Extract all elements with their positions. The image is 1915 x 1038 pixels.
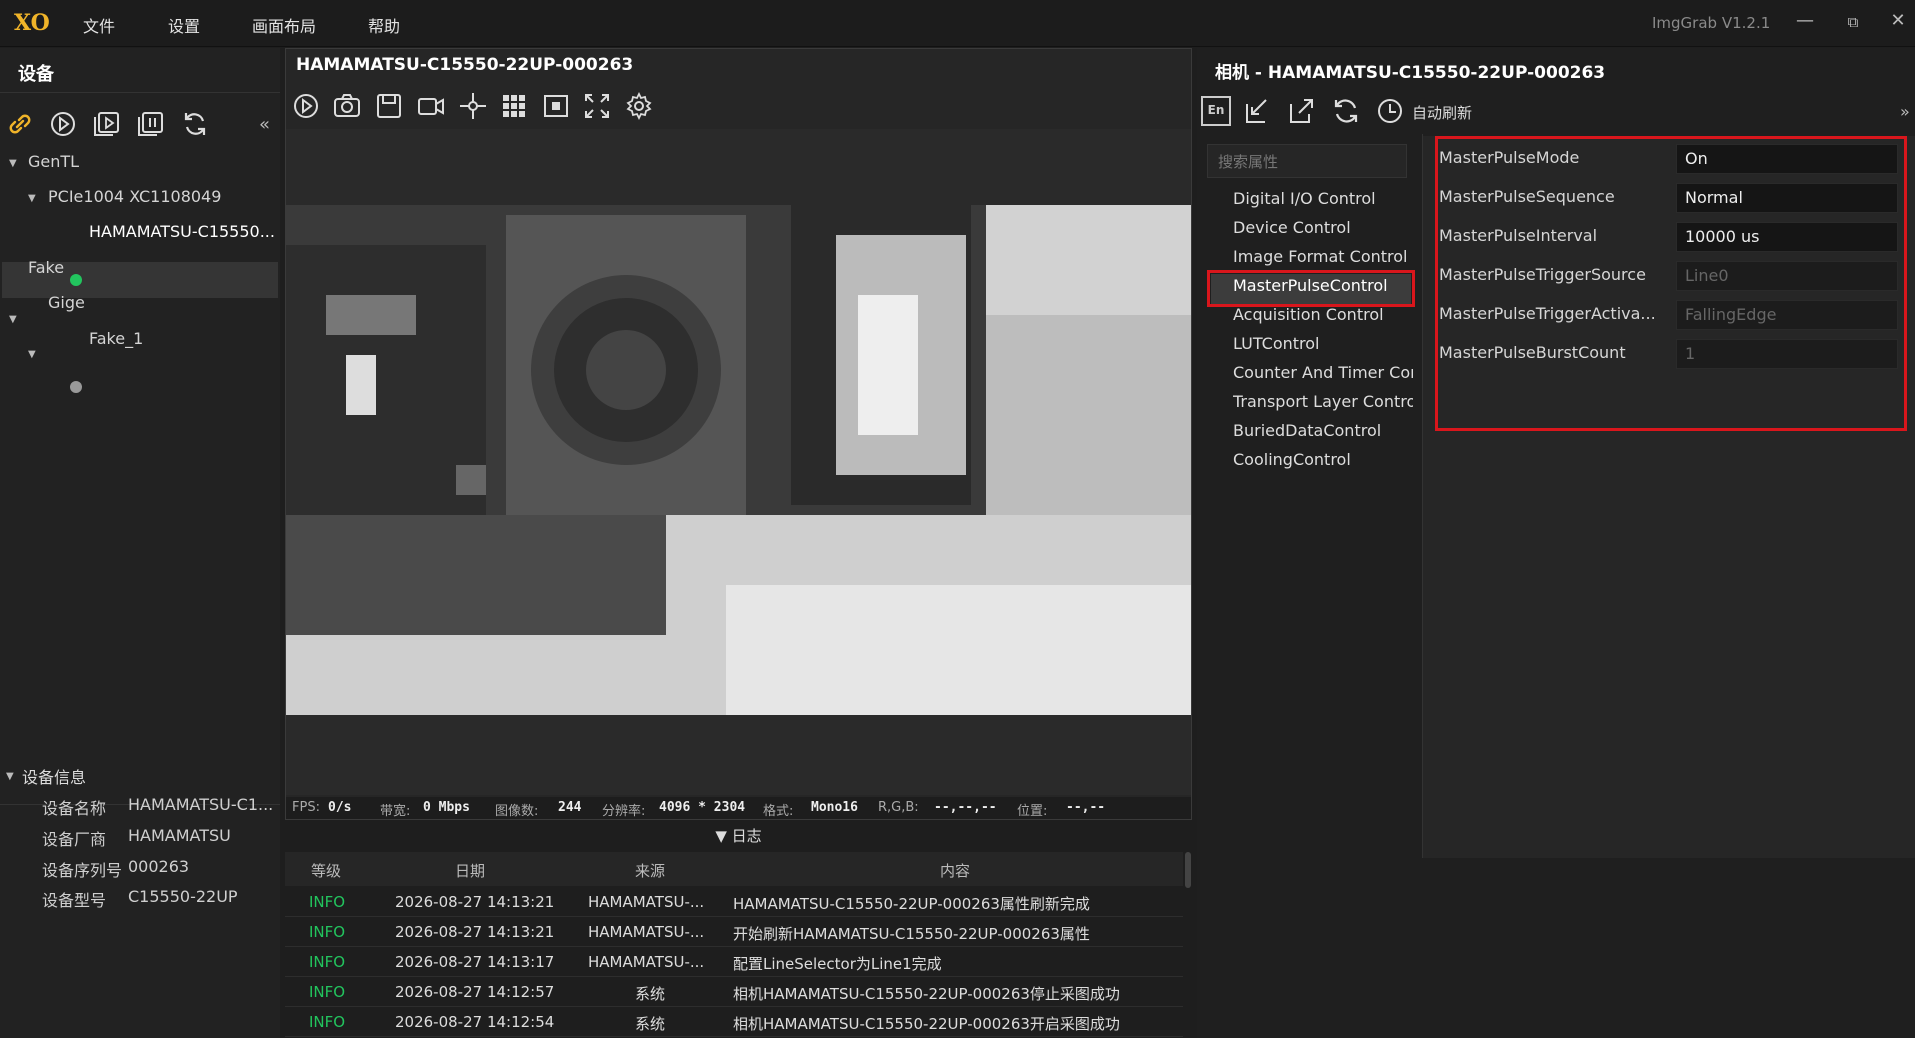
viewer-title: HAMAMATSU-C15550-22UP-000263 bbox=[296, 55, 634, 75]
rgb-value: --,--,-- bbox=[934, 800, 997, 815]
device-info-title: 设备信息 bbox=[22, 768, 87, 787]
log-panel: ▼ 日志 等级 日期 来源 内容 INFO 2026-08-27 14:13:2… bbox=[285, 822, 1192, 1038]
category-item[interactable]: CoolingControl bbox=[1233, 450, 1413, 469]
image-count-value: 244 bbox=[558, 800, 582, 815]
export-icon[interactable] bbox=[1287, 96, 1317, 126]
highlight-box-properties bbox=[1435, 136, 1907, 431]
clock-icon[interactable] bbox=[1375, 96, 1405, 126]
camera-frame-image bbox=[286, 205, 1191, 715]
save-icon[interactable] bbox=[374, 91, 404, 121]
category-item[interactable]: Acquisition Control bbox=[1233, 305, 1413, 324]
maximize-icon[interactable]: ⧉ bbox=[1838, 13, 1868, 31]
menu-file[interactable]: 文件 bbox=[83, 13, 115, 37]
refresh-icon[interactable] bbox=[181, 110, 209, 138]
play-icon[interactable] bbox=[291, 91, 321, 121]
table-row[interactable]: INFO 2026-08-27 14:12:54 系统 相机HAMAMATSU-… bbox=[285, 1007, 1183, 1037]
device-panel: 设备 « ▼ GenTL ▼ PCIe1004 XC1108049 HAMAMA… bbox=[0, 48, 280, 1038]
col-date[interactable]: 日期 bbox=[455, 860, 485, 881]
refresh-icon[interactable] bbox=[1331, 96, 1361, 126]
image-count-label: 图像数: bbox=[495, 804, 539, 819]
fit-window-icon[interactable] bbox=[541, 91, 571, 121]
category-item-selected[interactable]: MasterPulseControl bbox=[1233, 276, 1413, 295]
log-scrollbar[interactable] bbox=[1185, 852, 1191, 888]
log-table-header: 等级 日期 来源 内容 bbox=[285, 852, 1183, 886]
tree-node-fake1[interactable]: Fake_1 bbox=[89, 329, 143, 348]
menu-layout[interactable]: 画面布局 bbox=[252, 13, 316, 37]
category-item[interactable]: Counter And Timer Cor bbox=[1233, 363, 1413, 382]
link-icon[interactable] bbox=[6, 110, 34, 138]
play-all-icon[interactable] bbox=[92, 110, 122, 138]
bandwidth-value: 0 Mbps bbox=[423, 800, 470, 815]
table-row[interactable]: INFO 2026-08-27 14:13:17 HAMAMATSU-... 配… bbox=[285, 947, 1183, 977]
tree-node-gentl[interactable]: GenTL bbox=[28, 152, 79, 171]
image-viewer: HAMAMATSU-C15550-22UP-000263 FPS: 0/s 带宽… bbox=[285, 48, 1192, 820]
collapse-panel-icon[interactable]: « bbox=[259, 114, 270, 135]
format-value: Mono16 bbox=[811, 800, 858, 815]
format-label: 格式: bbox=[763, 804, 794, 819]
fps-value: 0/s bbox=[328, 800, 352, 815]
table-row[interactable]: INFO 2026-08-27 14:12:57 系统 相机HAMAMATSU-… bbox=[285, 977, 1183, 1007]
properties-title: 相机 - HAMAMATSU-C15550-22UP-000263 bbox=[1215, 63, 1606, 83]
panel-splitter[interactable] bbox=[1422, 134, 1423, 858]
image-canvas[interactable] bbox=[286, 129, 1191, 795]
expand-panel-icon[interactable]: » bbox=[1900, 102, 1910, 121]
play-icon[interactable] bbox=[49, 110, 77, 138]
position-value: --,-- bbox=[1066, 800, 1106, 815]
resolution-label: 分辨率: bbox=[602, 804, 646, 819]
category-item[interactable]: LUTControl bbox=[1233, 334, 1413, 353]
tree-node-fake[interactable]: Fake bbox=[28, 258, 64, 277]
tree-node-gige[interactable]: Gige bbox=[48, 293, 85, 312]
info-value-serial: 000263 bbox=[128, 857, 190, 876]
tree-node-pcie[interactable]: PCIe1004 XC1108049 bbox=[48, 187, 221, 206]
tree-node-hamamatsu[interactable]: HAMAMATSU-C15550... bbox=[89, 222, 275, 241]
category-item[interactable]: BuriedDataControl bbox=[1233, 421, 1413, 440]
record-icon[interactable] bbox=[416, 91, 446, 121]
fullscreen-icon[interactable] bbox=[582, 91, 612, 121]
language-toggle-icon[interactable]: En bbox=[1201, 96, 1231, 126]
resolution-value: 4096 * 2304 bbox=[659, 800, 746, 815]
position-label: 位置: bbox=[1017, 804, 1048, 819]
info-value-model: C15550-22UP bbox=[128, 887, 238, 906]
col-level[interactable]: 等级 bbox=[311, 860, 341, 881]
crosshair-icon[interactable] bbox=[458, 91, 488, 121]
info-value-name: HAMAMATSU-C1... bbox=[128, 795, 274, 814]
title-bar: XO 文件 设置 画面布局 帮助 ImgGrab V1.2.1 — ⧉ ✕ bbox=[0, 0, 1915, 47]
bandwidth-label: 带宽: bbox=[380, 804, 411, 819]
close-icon[interactable]: ✕ bbox=[1883, 10, 1913, 31]
info-label-vendor: 设备厂商 bbox=[42, 830, 107, 849]
info-value-vendor: HAMAMATSU bbox=[128, 826, 231, 845]
category-item[interactable]: Device Control bbox=[1233, 218, 1413, 237]
col-source[interactable]: 来源 bbox=[635, 860, 665, 881]
camera-properties-panel: 相机 - HAMAMATSU-C15550-22UP-000263 En 自动刷… bbox=[1197, 48, 1915, 1038]
app-version: ImgGrab V1.2.1 bbox=[1652, 14, 1771, 32]
settings-gear-icon[interactable] bbox=[624, 91, 654, 121]
info-label-serial: 设备序列号 bbox=[42, 861, 123, 880]
status-online-icon bbox=[70, 274, 82, 286]
status-offline-icon bbox=[70, 381, 82, 393]
property-search-input[interactable]: 搜索属性 bbox=[1207, 144, 1407, 178]
table-row[interactable]: INFO 2026-08-27 14:13:21 HAMAMATSU-... H… bbox=[285, 887, 1183, 917]
table-row[interactable]: INFO 2026-08-27 14:13:21 HAMAMATSU-... 开… bbox=[285, 917, 1183, 947]
menu-settings[interactable]: 设置 bbox=[168, 13, 200, 37]
rgb-label: R,G,B: bbox=[878, 800, 919, 815]
category-item[interactable]: Digital I/O Control bbox=[1233, 189, 1413, 208]
app-logo: XO bbox=[14, 10, 50, 36]
category-item[interactable]: Transport Layer Contro bbox=[1233, 392, 1413, 411]
auto-refresh-label[interactable]: 自动刷新 bbox=[1412, 102, 1472, 123]
fps-label: FPS: bbox=[292, 800, 320, 815]
status-bar: FPS: 0/s 带宽: 0 Mbps 图像数: 244 分辨率: 4096 *… bbox=[286, 797, 1191, 819]
col-content[interactable]: 内容 bbox=[940, 860, 970, 881]
grid-icon[interactable] bbox=[499, 91, 529, 121]
minimize-icon[interactable]: — bbox=[1790, 10, 1820, 31]
stop-all-icon[interactable] bbox=[136, 110, 166, 138]
log-toggle[interactable]: ▼ 日志 bbox=[285, 822, 1192, 850]
device-panel-title: 设备 bbox=[18, 64, 54, 85]
category-item[interactable]: Image Format Control bbox=[1233, 247, 1413, 266]
snapshot-icon[interactable] bbox=[332, 91, 362, 121]
info-label-model: 设备型号 bbox=[42, 891, 107, 910]
info-label-name: 设备名称 bbox=[42, 799, 107, 818]
menu-help[interactable]: 帮助 bbox=[368, 13, 400, 37]
import-icon[interactable] bbox=[1243, 96, 1273, 126]
